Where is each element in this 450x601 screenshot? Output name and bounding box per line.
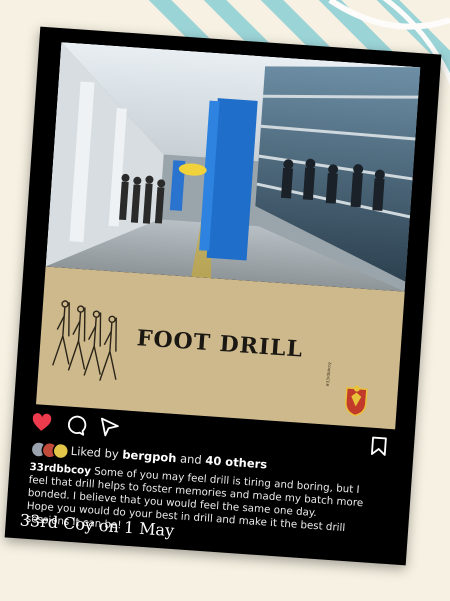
heart-icon[interactable] xyxy=(30,411,53,434)
instagram-post-card: FOOT DRILL #33rdbbcoy Liked by bergpoh a… xyxy=(4,26,442,566)
marching-soldiers-illustration xyxy=(52,300,117,381)
foot-drill-banner: FOOT DRILL #33rdbbcoy xyxy=(35,266,405,430)
liked-and-label: and xyxy=(179,451,203,467)
corridor-image xyxy=(45,42,421,292)
likes-count-link[interactable]: 40 others xyxy=(205,453,268,471)
liker-avatars[interactable] xyxy=(30,440,71,461)
company-crest-icon xyxy=(345,385,368,417)
banner-hashtag: #33rdbbcoy xyxy=(324,361,332,387)
share-icon[interactable] xyxy=(98,416,121,439)
bookmark-icon[interactable] xyxy=(367,435,390,458)
liked-by-label: Liked by xyxy=(70,443,120,462)
post-photo xyxy=(45,42,421,292)
liked-user-link[interactable]: bergpoh xyxy=(122,447,177,465)
comment-icon[interactable] xyxy=(64,413,87,436)
banner-title: FOOT DRILL xyxy=(135,325,304,363)
